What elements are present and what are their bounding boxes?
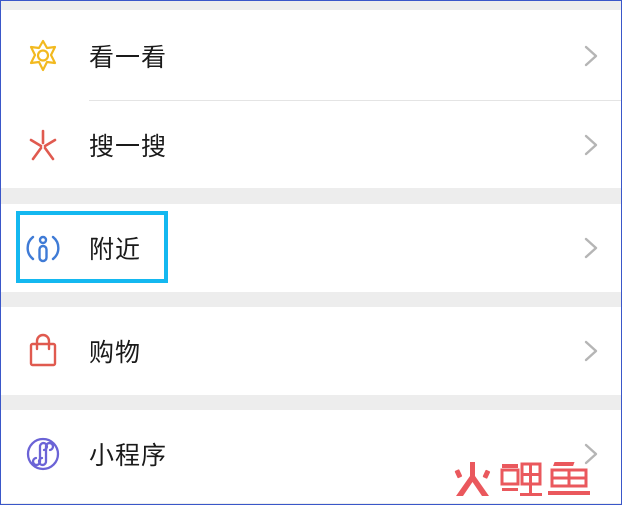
menu-item-label: 小程序 — [89, 441, 168, 470]
menu-item-search[interactable]: 搜一搜 — [1, 101, 621, 189]
chevron-right-icon — [584, 237, 598, 259]
search-sparkle-icon — [23, 125, 63, 165]
mini-program-icon — [23, 434, 63, 474]
menu-item-label: 购物 — [89, 338, 142, 367]
menu-item-look[interactable]: 看一看 — [1, 12, 621, 100]
menu-group-discover: 看一看 搜一搜 — [1, 10, 621, 188]
watermark-logo — [452, 459, 602, 499]
shopping-bag-icon — [23, 331, 63, 371]
menu-group-shopping: 购物 — [1, 307, 621, 395]
look-icon — [23, 36, 63, 76]
highlight-box — [16, 211, 168, 283]
chevron-right-icon — [584, 45, 598, 67]
chevron-right-icon — [584, 134, 598, 156]
menu-item-label: 搜一搜 — [89, 132, 168, 161]
watermark-logo-graphic — [454, 462, 590, 496]
chevron-right-icon — [584, 340, 598, 362]
menu-item-label: 看一看 — [89, 43, 168, 72]
menu-item-shopping[interactable]: 购物 — [1, 307, 621, 395]
